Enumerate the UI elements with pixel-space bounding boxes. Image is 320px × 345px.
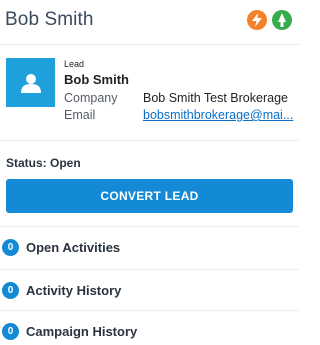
related-list-label: Open Activities xyxy=(26,240,121,255)
flash-icon[interactable] xyxy=(247,10,267,30)
related-list-label: Campaign History xyxy=(26,324,138,339)
related-list-campaign-history[interactable]: 0 Campaign History xyxy=(0,310,299,345)
email-link[interactable]: bobsmithbrokerage@mai... xyxy=(143,108,299,122)
action-icon[interactable] xyxy=(272,10,292,30)
status-text: Status: Open xyxy=(6,156,81,170)
related-list-open-activities[interactable]: 0 Open Activities xyxy=(0,226,299,268)
page-header: Bob Smith xyxy=(0,0,299,45)
page-title: Bob Smith xyxy=(5,9,94,30)
lead-avatar-icon xyxy=(6,58,55,107)
company-value: Bob Smith Test Brokerage xyxy=(143,91,288,105)
convert-lead-button[interactable]: CONVERT LEAD xyxy=(6,179,293,213)
count-badge: 0 xyxy=(2,323,19,340)
count-badge: 0 xyxy=(2,282,19,299)
related-list-activity-history[interactable]: 0 Activity History xyxy=(0,269,299,311)
company-label: Company xyxy=(64,91,118,105)
lead-detail-page: Bob Smith Lead Bob Smith Company Bob Smi… xyxy=(0,0,299,345)
email-label: Email xyxy=(64,108,96,122)
lead-name: Bob Smith xyxy=(64,72,129,87)
count-badge: 0 xyxy=(2,239,19,256)
related-list-label: Activity History xyxy=(26,283,122,298)
record-type-label: Lead xyxy=(64,59,85,69)
lead-card: Lead Bob Smith Company Bob Smith Test Br… xyxy=(0,46,299,141)
